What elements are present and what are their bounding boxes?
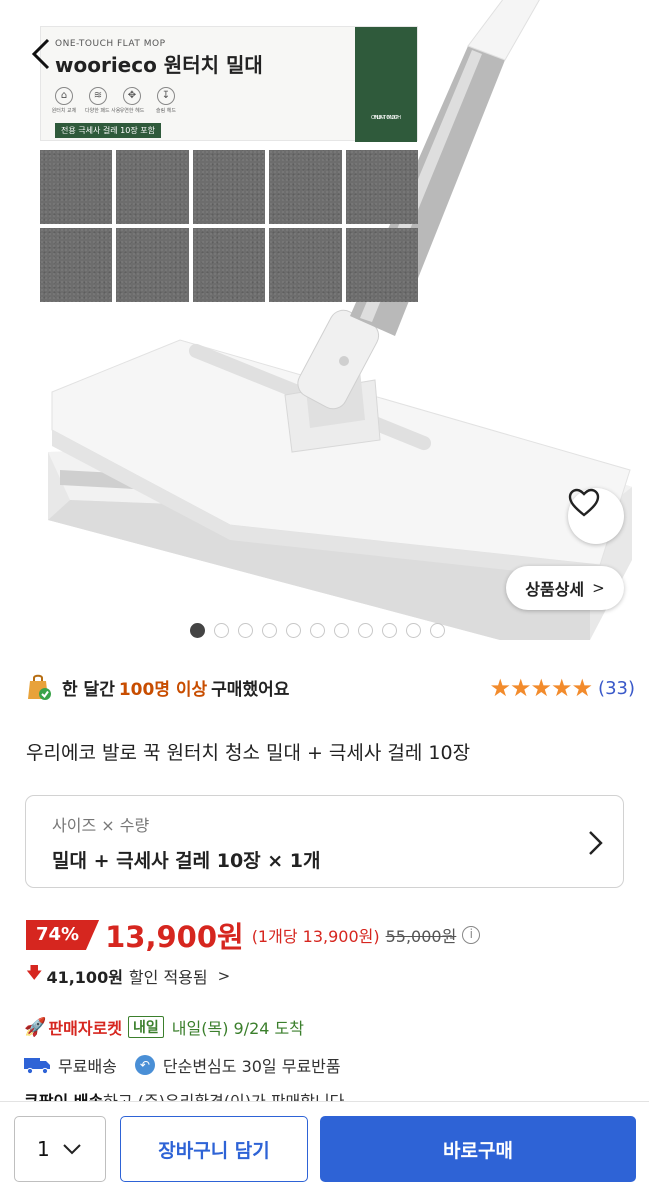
microfiber-pad — [116, 150, 189, 224]
chevron-right-icon — [589, 831, 603, 855]
microfiber-pads-grid — [40, 150, 418, 302]
feature-icons: ⌂ 원터치 교체 ≋ 다양한 패드 사용 ✥ 유연한 헤드 ↧ 슬림 헤드 — [51, 87, 179, 114]
carousel-dot[interactable] — [214, 623, 229, 638]
seller-info: 쿠팡이 배송하고 (주)우리환경(이)가 판매합니다 — [24, 1088, 344, 1102]
layers-icon: ≋ — [89, 87, 107, 105]
price-row: 74% 13,900원 (1개당 13,900원) 55,000원 i — [26, 917, 481, 954]
original-price: 55,000원 — [385, 927, 457, 946]
popularity-highlight: 100명 이상 — [118, 679, 208, 700]
buy-now-button[interactable]: 바로구매 — [320, 1116, 636, 1182]
unit-price: (1개당 13,900원) — [251, 927, 380, 946]
microfiber-pad — [192, 150, 266, 224]
truck-icon — [24, 1058, 50, 1074]
brand-title: woorieco 원터치 밀대 — [55, 53, 263, 77]
product-banner: ONE-TOUCH FLAT MOP woorieco 원터치 밀대 ⌂ 원터치 … — [40, 26, 418, 142]
discount-badge: 74% — [26, 920, 100, 950]
chevron-down-icon — [63, 1144, 81, 1155]
tomorrow-badge: 내일 — [128, 1016, 164, 1038]
carousel-dot[interactable] — [286, 623, 301, 638]
arrival-date: 내일(목) 9/24 도착 — [171, 1019, 304, 1038]
rating[interactable]: ★★★★★ (33) — [489, 674, 635, 702]
discount-amount: 41,100원 — [46, 967, 123, 987]
product-image[interactable]: ONE-TOUCH FLAT MOP woorieco 원터치 밀대 ⌂ 원터치 … — [0, 0, 649, 650]
option-selector[interactable]: 사이즈 × 수량 밀대 + 극세사 걸레 10장 × 1개 — [25, 795, 624, 888]
rocket-icon: 🚀 — [24, 1016, 47, 1038]
carousel-dot[interactable] — [430, 623, 445, 638]
feature-item: ✥ 유연한 헤드 — [119, 87, 145, 114]
info-icon[interactable]: i — [462, 926, 481, 944]
carousel-dot[interactable] — [238, 623, 253, 638]
microfiber-pad — [192, 228, 266, 302]
discount-applied-row[interactable]: 🡇 41,100원 할인 적용됨 > — [26, 962, 230, 989]
option-value: 밀대 + 극세사 걸레 10장 × 1개 — [52, 850, 321, 872]
review-count-link[interactable]: (33) — [598, 678, 635, 699]
heart-icon — [568, 488, 600, 517]
microfiber-pad — [40, 228, 113, 302]
microfiber-pad — [116, 228, 189, 302]
purchase-bar: 1 장바구니 담기 바로구매 — [0, 1101, 649, 1200]
popularity-suffix: 구매했어요 — [211, 679, 290, 700]
shipping-row: 무료배송 ↶ 단순변심도 30일 무료반품 — [24, 1053, 341, 1077]
quantity-select[interactable]: 1 — [14, 1116, 106, 1182]
popularity-banner: 한 달간 100명 이상 구매했어요 — [26, 672, 289, 702]
popularity-prefix: 한 달간 — [62, 679, 115, 700]
product-title: 우리에코 발로 꾹 원터치 청소 밀대 + 극세사 걸레 10장 — [26, 742, 471, 764]
carousel-dot[interactable] — [334, 623, 349, 638]
microfiber-pad — [345, 150, 418, 224]
feature-item: ≋ 다양한 패드 사용 — [85, 87, 120, 114]
microfiber-pad — [269, 150, 342, 224]
carousel-dot[interactable] — [262, 623, 277, 638]
chevron-left-icon — [31, 38, 50, 70]
add-to-cart-button[interactable]: 장바구니 담기 — [120, 1116, 308, 1182]
carousel-dot[interactable] — [382, 623, 397, 638]
feature-item: ↧ 슬림 헤드 — [153, 87, 179, 114]
product-detail-button[interactable]: 상품상세 > — [506, 566, 624, 610]
carousel-dot[interactable] — [358, 623, 373, 638]
microfiber-pad — [269, 228, 342, 302]
brand-subtitle: ONE-TOUCH FLAT MOP — [55, 39, 166, 49]
carousel-dot[interactable] — [406, 623, 421, 638]
wishlist-button[interactable] — [568, 488, 624, 544]
microfiber-pad — [345, 228, 418, 302]
sale-price: 13,900원 — [105, 920, 244, 954]
free-shipping-label: 무료배송 — [58, 1057, 117, 1076]
chevron-right-icon: > — [592, 579, 605, 597]
delivery-row: 🚀 판매자로켓 내일 내일(목) 9/24 도착 — [24, 1015, 304, 1039]
carousel-dot[interactable] — [310, 623, 325, 638]
carousel-indicator[interactable] — [190, 623, 445, 638]
microfiber-pad — [40, 150, 113, 224]
shopping-bag-icon — [26, 673, 52, 701]
product-thumbnail: ONE-TOUCH FLAT MOP — [355, 27, 417, 142]
star-rating-icon: ★★★★★ — [489, 674, 593, 702]
option-label: 사이즈 × 수량 — [52, 816, 150, 835]
discount-text: 할인 적용됨 — [128, 967, 208, 987]
feature-item: ⌂ 원터치 교체 — [51, 87, 77, 114]
seller-rocket-label: 판매자로켓 — [48, 1019, 123, 1038]
chevron-right-icon: > — [217, 966, 231, 985]
quantity-value: 1 — [37, 1137, 50, 1161]
arrow-down-icon: 🡇 — [26, 963, 43, 982]
move-icon: ✥ — [123, 87, 141, 105]
included-pads-label: 전용 극세사 걸레 10장 포함 — [55, 123, 161, 138]
back-button[interactable] — [26, 34, 60, 74]
slim-icon: ↧ — [157, 87, 175, 105]
lock-icon: ⌂ — [55, 87, 73, 105]
return-icon: ↶ — [134, 1055, 155, 1075]
carousel-dot[interactable] — [190, 623, 205, 638]
product-detail-label: 상품상세 — [525, 580, 585, 599]
free-return-label: 단순변심도 30일 무료반품 — [162, 1057, 341, 1076]
